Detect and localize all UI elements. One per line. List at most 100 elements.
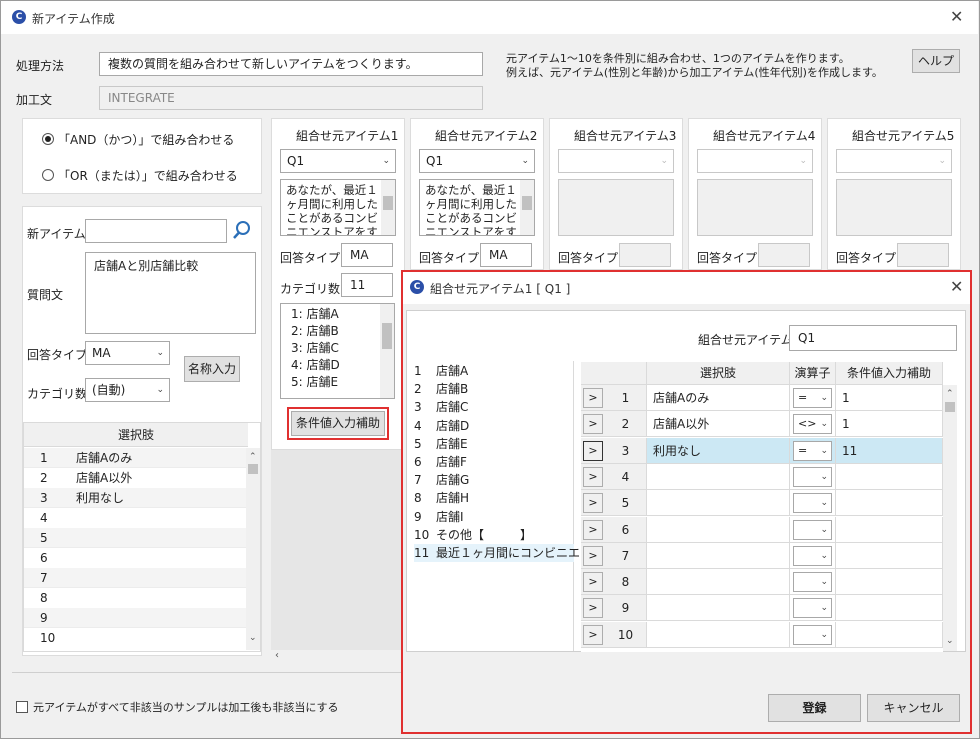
row-expand-button[interactable]: >: [583, 519, 603, 540]
source1-cat-scrollbar[interactable]: [380, 304, 394, 398]
name-input-button[interactable]: 名称入力: [184, 356, 240, 382]
category-count-select[interactable]: (自動) ⌄: [85, 378, 170, 402]
source-hscrollbar[interactable]: [271, 650, 401, 664]
source3-select[interactable]: ⌄: [558, 149, 674, 173]
source1-select[interactable]: Q1 ⌄: [280, 149, 396, 173]
answer-type-select[interactable]: MA ⌄: [85, 341, 170, 365]
source1-cat-scroll-thumb[interactable]: [382, 323, 392, 349]
grid-cond-cell[interactable]: 1: [836, 385, 943, 411]
question-textarea[interactable]: 店舗Aと別店舗比較: [85, 252, 256, 334]
dialog-category-row[interactable]: 9 店舗I: [414, 508, 574, 526]
scroll-up-icon[interactable]: ⌃: [249, 452, 257, 462]
grid-scroll-thumb[interactable]: [945, 402, 955, 412]
dialog-close-icon[interactable]: ✕: [950, 277, 963, 296]
choices-scroll-thumb[interactable]: [248, 464, 258, 474]
method-field[interactable]: 複数の質問を組み合わせて新しいアイテムをつくります。: [99, 52, 483, 76]
grid-cond-cell[interactable]: [836, 621, 943, 648]
row-expand-button[interactable]: >: [583, 414, 603, 435]
operator-select[interactable]: ⌄: [793, 545, 832, 566]
register-button[interactable]: 登録: [768, 694, 861, 722]
row-expand-button[interactable]: >: [583, 624, 603, 645]
dialog-category-row[interactable]: 8 店舗H: [414, 489, 574, 507]
grid-choice-cell[interactable]: [647, 463, 790, 490]
grid-cond-cell[interactable]: 1: [836, 411, 943, 438]
grid-choice-cell[interactable]: 店舗Aのみ: [647, 385, 790, 411]
grid-cond-cell[interactable]: [836, 542, 943, 569]
choice-row[interactable]: 10: [24, 628, 248, 648]
operator-select[interactable]: ⌄: [793, 493, 832, 514]
grid-choice-cell[interactable]: [647, 516, 790, 543]
source1-type-value: MA: [341, 243, 393, 267]
and-radio[interactable]: [42, 133, 54, 145]
grid-choice-cell[interactable]: 店舗A以外: [647, 411, 790, 438]
choice-no: 3: [40, 491, 48, 505]
dialog-category-row[interactable]: 10 その他【 】: [414, 526, 574, 544]
dialog-category-row[interactable]: 2 店舗B: [414, 380, 574, 398]
choice-row[interactable]: 5: [24, 528, 248, 548]
grid-scrollbar[interactable]: [943, 385, 957, 651]
dialog-category-row[interactable]: 3 店舗C: [414, 398, 574, 416]
new-item-input[interactable]: [85, 219, 227, 243]
grid-scroll-up-icon[interactable]: ⌃: [946, 389, 954, 399]
choice-row[interactable]: 3 利用なし: [24, 488, 248, 508]
choice-row[interactable]: 8: [24, 588, 248, 608]
grid-scroll-down-icon[interactable]: ⌄: [946, 636, 954, 646]
operator-select[interactable]: = ⌄: [793, 440, 832, 461]
source2-q-scroll-thumb[interactable]: [522, 196, 532, 210]
choice-row[interactable]: 2 店舗A以外: [24, 468, 248, 488]
dialog-category-row[interactable]: 4 店舗D: [414, 417, 574, 435]
choice-row[interactable]: 9: [24, 608, 248, 628]
choice-row[interactable]: 4: [24, 508, 248, 528]
row-expand-button[interactable]: >: [583, 545, 603, 566]
source2-select[interactable]: Q1 ⌄: [419, 149, 535, 173]
operator-select[interactable]: ⌄: [793, 624, 832, 645]
operator-select[interactable]: <> ⌄: [793, 414, 832, 435]
row-expand-button[interactable]: >: [583, 388, 603, 408]
non-applicable-checkbox[interactable]: [16, 701, 28, 713]
row-expand-button[interactable]: >: [583, 440, 603, 461]
chevron-down-icon: ⌄: [799, 156, 807, 166]
scroll-down-icon[interactable]: ⌄: [249, 633, 257, 643]
operator-select[interactable]: ⌄: [793, 598, 832, 619]
grid-cond-cell[interactable]: [836, 516, 943, 543]
chevron-down-icon: ⌄: [820, 498, 828, 509]
operator-select[interactable]: ⌄: [793, 519, 832, 540]
grid-choice-cell[interactable]: [647, 542, 790, 569]
grid-cond-cell[interactable]: [836, 490, 943, 517]
grid-cond-cell[interactable]: [836, 569, 943, 596]
grid-choice-cell[interactable]: [647, 621, 790, 648]
help-button[interactable]: ヘルプ: [912, 49, 960, 73]
grid-cond-cell[interactable]: 11: [836, 437, 943, 464]
row-expand-button[interactable]: >: [583, 572, 603, 593]
close-icon[interactable]: ✕: [950, 7, 963, 26]
source1-q-scroll-thumb[interactable]: [383, 196, 393, 210]
dialog-category-row[interactable]: 1 店舗A: [414, 362, 574, 380]
choice-row[interactable]: 6: [24, 548, 248, 568]
or-radio[interactable]: [42, 169, 54, 181]
cond-assist-button[interactable]: 条件値入力補助: [291, 411, 385, 436]
operator-select[interactable]: = ⌄: [793, 388, 832, 408]
scroll-left-icon[interactable]: ‹: [275, 650, 279, 661]
source4-select[interactable]: ⌄: [697, 149, 813, 173]
row-expand-button[interactable]: >: [583, 598, 603, 619]
dialog-category-row[interactable]: 7 店舗G: [414, 471, 574, 489]
source5-select[interactable]: ⌄: [836, 149, 952, 173]
grid-choice-cell[interactable]: [647, 490, 790, 517]
row-expand-button[interactable]: >: [583, 466, 603, 487]
cancel-button[interactable]: キャンセル: [867, 694, 960, 722]
grid-cond-cell[interactable]: [836, 463, 943, 490]
operator-select[interactable]: ⌄: [793, 466, 832, 487]
grid-choice-cell[interactable]: [647, 595, 790, 622]
dialog-category-row[interactable]: 5 店舗E: [414, 435, 574, 453]
search-icon[interactable]: [230, 218, 254, 242]
operator-select[interactable]: ⌄: [793, 572, 832, 593]
grid-choice-cell[interactable]: 利用なし: [647, 437, 790, 464]
dialog-category-row[interactable]: 11 最近１ヶ月間にコンビニエンス: [414, 543, 604, 563]
dialog-category-row[interactable]: 6 店舗F: [414, 453, 574, 471]
choice-row[interactable]: 7: [24, 568, 248, 588]
grid-choice-cell[interactable]: [647, 569, 790, 596]
grid-cond-cell[interactable]: [836, 595, 943, 622]
choice-row[interactable]: 1 店舗Aのみ: [24, 448, 248, 468]
choices-scrollbar[interactable]: [246, 448, 260, 650]
row-expand-button[interactable]: >: [583, 493, 603, 514]
